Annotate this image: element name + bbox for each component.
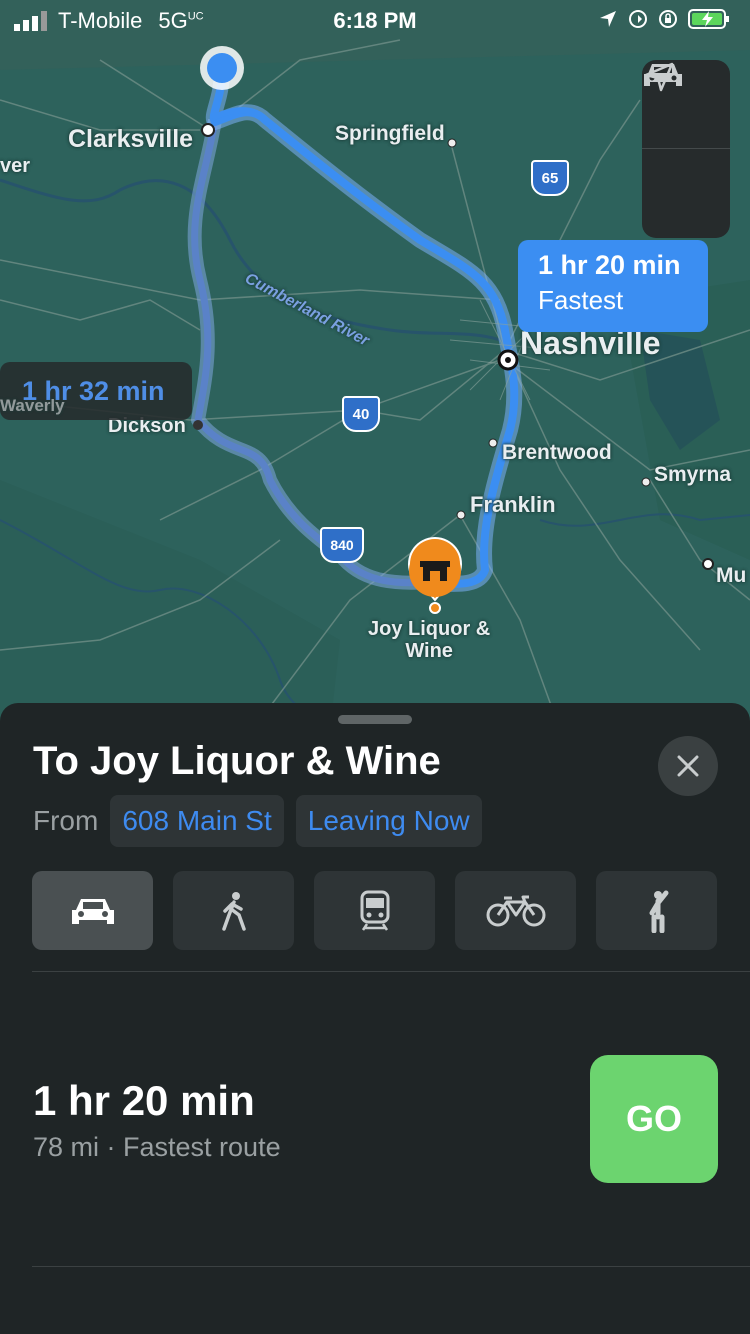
map-label-springfield: Springfield bbox=[335, 122, 445, 145]
origin-row: From 608 Main St Leaving Now bbox=[33, 795, 482, 847]
interstate-65-shield: 65 bbox=[531, 160, 569, 196]
destination-label-line2: Wine bbox=[405, 640, 453, 662]
fastest-route-time: 1 hr 20 min bbox=[538, 250, 681, 280]
bicycle-icon bbox=[486, 895, 545, 926]
destination-label-line1: Joy Liquor & bbox=[368, 618, 491, 640]
map-label-destination: Joy Liquor & Wine bbox=[368, 618, 490, 662]
map-label-ver: ver bbox=[0, 155, 31, 177]
close-button[interactable] bbox=[658, 736, 718, 796]
close-icon bbox=[677, 755, 699, 777]
location-services-icon bbox=[600, 11, 616, 27]
battery-charging-icon bbox=[688, 9, 729, 29]
sheet-grabber[interactable] bbox=[338, 715, 412, 724]
departure-time-button[interactable]: Leaving Now bbox=[295, 795, 482, 847]
mode-rideshare-button[interactable] bbox=[596, 871, 717, 950]
mode-cycle-button[interactable] bbox=[455, 871, 576, 950]
status-bar: T-Mobile 5GUC 6:18 PM bbox=[0, 0, 750, 42]
train-icon bbox=[360, 890, 389, 931]
mode-transit-button[interactable] bbox=[314, 871, 435, 950]
fastest-route-callout[interactable]: 1 hr 20 min Fastest bbox=[518, 240, 708, 332]
transport-modes bbox=[32, 871, 717, 950]
from-label: From bbox=[33, 805, 99, 836]
go-button[interactable]: GO bbox=[590, 1055, 718, 1183]
locate-me-button[interactable] bbox=[642, 62, 730, 237]
map-label-waverly: Waverly bbox=[0, 396, 65, 415]
map-controls bbox=[642, 60, 730, 238]
mode-walk-button[interactable] bbox=[173, 871, 294, 950]
origin-button[interactable]: 608 Main St bbox=[110, 795, 284, 847]
location-arrow-icon bbox=[644, 62, 674, 92]
map-label-brentwood: Brentwood bbox=[502, 441, 612, 464]
directions-sheet: To Joy Liquor & Wine From 608 Main St Le… bbox=[0, 703, 750, 1334]
map-label-mu: Mu bbox=[716, 564, 747, 587]
fastest-route-label: Fastest bbox=[538, 285, 624, 315]
interstate-840-shield: 840 bbox=[320, 527, 364, 563]
route-time: 1 hr 20 min bbox=[33, 1077, 255, 1124]
mode-drive-button[interactable] bbox=[32, 871, 153, 950]
map-label-smyrna: Smyrna bbox=[654, 463, 732, 486]
map-label-clarksville: Clarksville bbox=[68, 125, 194, 153]
hailing-person-icon bbox=[649, 890, 668, 933]
carplay-icon bbox=[629, 10, 647, 28]
orientation-lock-icon bbox=[659, 10, 677, 28]
directions-title: To Joy Liquor & Wine bbox=[33, 739, 441, 783]
divider-bottom bbox=[32, 1266, 750, 1267]
route-details: 78 mi · Fastest route bbox=[33, 1132, 281, 1162]
walking-person-icon bbox=[221, 891, 246, 931]
divider-top bbox=[32, 971, 750, 972]
car-icon bbox=[71, 898, 114, 924]
map-view[interactable]: 65 40 840 Clarksville Springfield Nashvi… bbox=[0, 0, 750, 730]
interstate-40-shield: 40 bbox=[342, 396, 380, 432]
status-icons bbox=[598, 8, 732, 30]
map-label-franklin: Franklin bbox=[470, 492, 556, 517]
